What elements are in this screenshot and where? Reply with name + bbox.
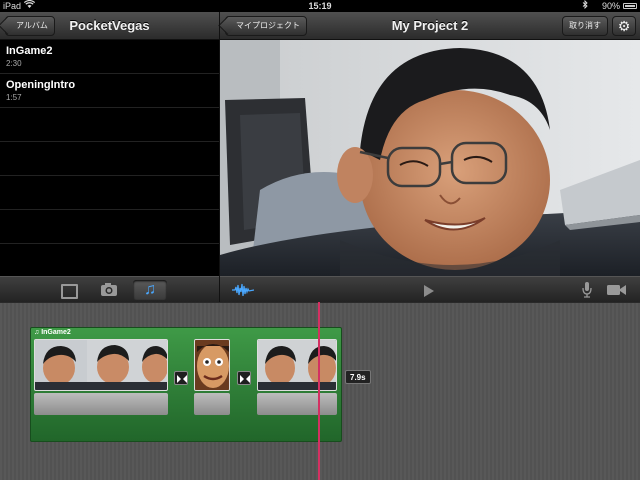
media-list: InGame2 2:30 OpeningIntro 1:57 <box>0 40 219 276</box>
video-clip[interactable] <box>34 339 168 417</box>
music-tab-note-icon[interactable]: ♫ <box>133 280 167 300</box>
photo-tab-camera-icon[interactable] <box>92 280 126 300</box>
my-projects-back-button[interactable]: マイプロジェクト <box>225 16 307 36</box>
clip-thumbnails <box>34 339 168 391</box>
settings-gear-icon[interactable]: ⚙ <box>612 16 636 36</box>
battery-icon <box>623 3 637 9</box>
project-timeline[interactable]: ♫ InGame2 <box>0 302 640 480</box>
empty-list-row <box>0 176 219 210</box>
video-clip[interactable] <box>194 339 230 417</box>
playhead[interactable] <box>318 302 320 480</box>
video-camera-icon[interactable] <box>606 283 628 302</box>
album-back-button[interactable]: アルバム <box>5 16 55 36</box>
list-item[interactable]: InGame2 2:30 <box>0 40 219 74</box>
playhead-time-badge: 7.9s <box>345 370 371 384</box>
my-projects-back-label: マイプロジェクト <box>236 21 300 30</box>
list-item-duration: 2:30 <box>6 59 22 68</box>
list-item-name: InGame2 <box>6 45 53 57</box>
transition-icon[interactable] <box>174 371 188 385</box>
empty-list-row <box>0 142 219 176</box>
clip-thumbnails <box>257 339 337 391</box>
playback-toolbar <box>220 276 640 302</box>
list-item-duration: 1:57 <box>6 93 22 102</box>
status-bar: iPad 15:19 90% <box>0 0 640 12</box>
list-item[interactable]: OpeningIntro 1:57 <box>0 74 219 108</box>
video-preview[interactable] <box>220 40 640 276</box>
video-clip[interactable] <box>257 339 337 417</box>
clock: 15:19 <box>308 1 332 11</box>
clip-thumbnails <box>194 339 230 391</box>
battery-percent: 90% <box>601 1 620 11</box>
clip-audio-bar <box>257 393 337 415</box>
project-navbar: My Project 2 マイプロジェクト 取り消す ⚙ <box>220 12 640 40</box>
music-track-name: InGame2 <box>41 329 71 336</box>
preview-frame-image <box>220 40 640 276</box>
music-note-icon: ♫ <box>34 329 40 336</box>
empty-list-row <box>0 108 219 142</box>
clip-audio-bar <box>194 393 230 415</box>
play-icon[interactable] <box>424 285 434 297</box>
media-type-toolbar: ♫ <box>0 276 219 302</box>
transition-icon[interactable] <box>237 371 251 385</box>
music-track-label: ♫ InGame2 <box>34 328 71 337</box>
album-back-label: アルバム <box>16 21 48 30</box>
audio-waveform-icon[interactable] <box>232 282 255 303</box>
empty-list-row <box>0 210 219 244</box>
microphone-icon[interactable] <box>582 281 592 304</box>
list-item-name: OpeningIntro <box>6 79 76 91</box>
undo-button[interactable]: 取り消す <box>562 16 608 36</box>
clip-audio-bar <box>34 393 168 415</box>
video-tab-icon[interactable] <box>50 280 84 300</box>
media-browser-navbar: PocketVegas アルバム <box>0 12 219 40</box>
